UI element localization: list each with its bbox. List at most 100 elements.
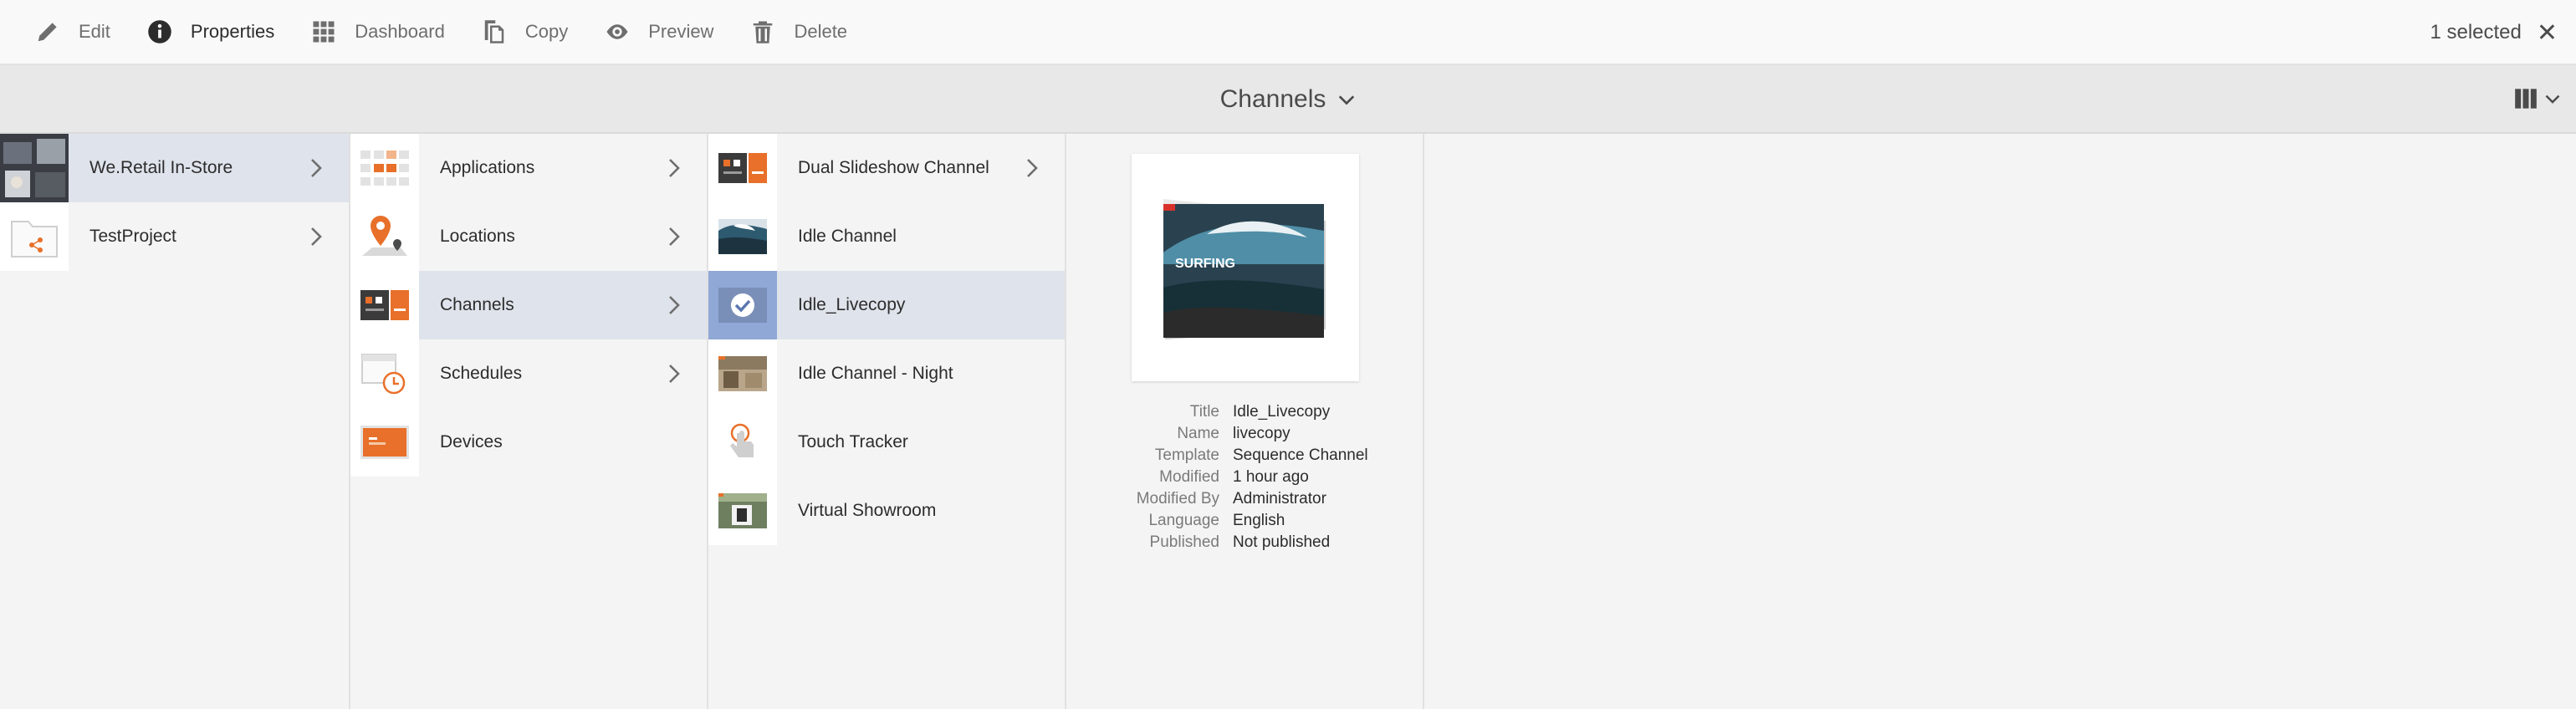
list-item-schedules[interactable]: Schedules — [350, 339, 707, 408]
column-project-sections: Applications Locations Channels Schedule… — [350, 134, 708, 709]
thumbnail-image — [708, 339, 777, 408]
schedule-icon — [350, 339, 419, 408]
info-icon — [148, 20, 171, 43]
delete-label: Delete — [794, 21, 848, 42]
list-item-label: Dual Slideshow Channel — [798, 158, 989, 177]
list-item-idle-channel[interactable]: Idle Channel — [708, 202, 1065, 271]
meta-value: Idle_Livecopy — [1233, 403, 1331, 421]
selection-status: 1 selected ✕ — [2430, 0, 2558, 65]
column-view-icon — [2515, 89, 2537, 109]
column-projects: We.Retail In-Store TestProject — [0, 134, 350, 709]
channels-icon — [350, 271, 419, 339]
dashboard-button[interactable]: Dashboard — [293, 0, 463, 64]
edit-label: Edit — [79, 21, 110, 42]
list-item-label: Idle Channel — [798, 227, 897, 246]
list-item-label: TestProject — [89, 227, 176, 246]
grid-icon — [313, 21, 335, 43]
meta-row-language: Language English — [1066, 512, 1424, 533]
list-item-label: Applications — [440, 158, 535, 177]
chevron-down-icon — [1339, 95, 1355, 105]
list-item-channels[interactable]: Channels — [350, 271, 707, 339]
meta-value: English — [1233, 512, 1285, 529]
list-item-label: Locations — [440, 227, 515, 246]
touch-hand-icon — [708, 408, 777, 477]
meta-key: Template — [1154, 446, 1219, 464]
meta-row-modified: Modified 1 hour ago — [1066, 468, 1424, 490]
meta-row-template: Template Sequence Channel — [1066, 446, 1424, 468]
eye-icon — [606, 24, 628, 39]
chevron-right-icon — [669, 159, 680, 177]
chevron-right-icon — [311, 159, 322, 177]
preview-image-text: SURFING — [1175, 257, 1235, 271]
selection-count: 1 selected — [2430, 21, 2522, 43]
list-item-label: Schedules — [440, 364, 523, 383]
properties-button[interactable]: Properties — [129, 0, 293, 64]
list-item-label: We.Retail In-Store — [89, 158, 233, 177]
meta-value: livecopy — [1233, 425, 1291, 442]
delete-button[interactable]: Delete — [732, 0, 866, 64]
selected-check-icon — [708, 271, 777, 339]
meta-value: Sequence Channel — [1233, 446, 1368, 464]
list-item-applications[interactable]: Applications — [350, 134, 707, 202]
devices-icon — [350, 408, 419, 477]
action-bar: Edit Properties Dashboard Copy Preview D… — [0, 0, 2576, 65]
chevron-right-icon — [311, 227, 322, 246]
meta-row-modified-by: Modified By Administrator — [1066, 490, 1424, 512]
meta-row-name: Name livecopy — [1066, 425, 1424, 446]
chevron-right-icon — [669, 365, 680, 383]
meta-key: Name — [1177, 425, 1219, 442]
list-item-label: Idle_Livecopy — [798, 295, 906, 314]
preview-label: Preview — [648, 21, 714, 42]
preview-card: SURFING — [1132, 154, 1359, 381]
list-item-testproject[interactable]: TestProject — [0, 202, 349, 271]
list-item-locations[interactable]: Locations — [350, 202, 707, 271]
thumbnail-image — [708, 134, 777, 202]
chevron-right-icon — [1027, 159, 1038, 177]
meta-key: Published — [1149, 533, 1219, 551]
list-item-we-retail-in-store[interactable]: We.Retail In-Store — [0, 134, 349, 202]
applications-icon — [350, 134, 419, 202]
list-item-idle-livecopy[interactable]: Idle_Livecopy — [708, 271, 1065, 339]
meta-row-title: Title Idle_Livecopy — [1066, 403, 1424, 425]
list-item-label: Devices — [440, 432, 503, 451]
column-preview: SURFING Title Idle_Livecopy Name livecopy … — [1066, 134, 1424, 709]
column-channels: Dual Slideshow Channel Idle Channel Idle… — [708, 134, 1066, 709]
pencil-icon — [38, 23, 57, 42]
copy-label: Copy — [524, 21, 569, 42]
view-switcher[interactable] — [2514, 84, 2561, 114]
edit-button[interactable]: Edit — [17, 0, 129, 64]
map-pin-icon — [350, 202, 419, 271]
thumbnail-image — [708, 477, 777, 545]
meta-value: Not published — [1233, 533, 1331, 551]
channels-title-dropdown[interactable]: Channels — [0, 65, 2576, 134]
chevron-down-icon — [2545, 94, 2560, 104]
meta-key: Language — [1148, 512, 1219, 529]
close-icon[interactable]: ✕ — [2537, 18, 2558, 48]
thumbnail-image — [708, 202, 777, 271]
list-item-label: Virtual Showroom — [798, 501, 937, 520]
copy-button[interactable]: Copy — [463, 0, 586, 64]
preview-button[interactable]: Preview — [586, 0, 732, 64]
list-item-dual-slideshow-channel[interactable]: Dual Slideshow Channel — [708, 134, 1065, 202]
list-item-virtual-showroom[interactable]: Virtual Showroom — [708, 477, 1065, 545]
meta-value: 1 hour ago — [1233, 468, 1309, 486]
list-item-label: Idle Channel - Night — [798, 364, 953, 383]
list-item-idle-channel-night[interactable]: Idle Channel - Night — [708, 339, 1065, 408]
list-item-label: Touch Tracker — [798, 432, 908, 451]
properties-label: Properties — [190, 21, 275, 42]
trash-icon — [754, 21, 773, 43]
meta-row-published: Published Not published — [1066, 533, 1424, 555]
preview-image: SURFING — [1132, 154, 1359, 381]
meta-key: Modified By — [1136, 490, 1219, 508]
meta-key: Title — [1189, 403, 1219, 421]
folder-icon — [0, 202, 69, 271]
list-item-touch-tracker[interactable]: Touch Tracker — [708, 408, 1065, 477]
copy-icon — [484, 20, 504, 43]
chevron-right-icon — [669, 296, 680, 314]
list-item-label: Channels — [440, 295, 514, 314]
meta-value: Administrator — [1233, 490, 1326, 508]
meta-key: Modified — [1159, 468, 1219, 486]
title-bar: Channels — [0, 65, 2576, 134]
list-item-devices[interactable]: Devices — [350, 408, 707, 477]
properties-list: Title Idle_Livecopy Name livecopy Template… — [1066, 403, 1424, 555]
